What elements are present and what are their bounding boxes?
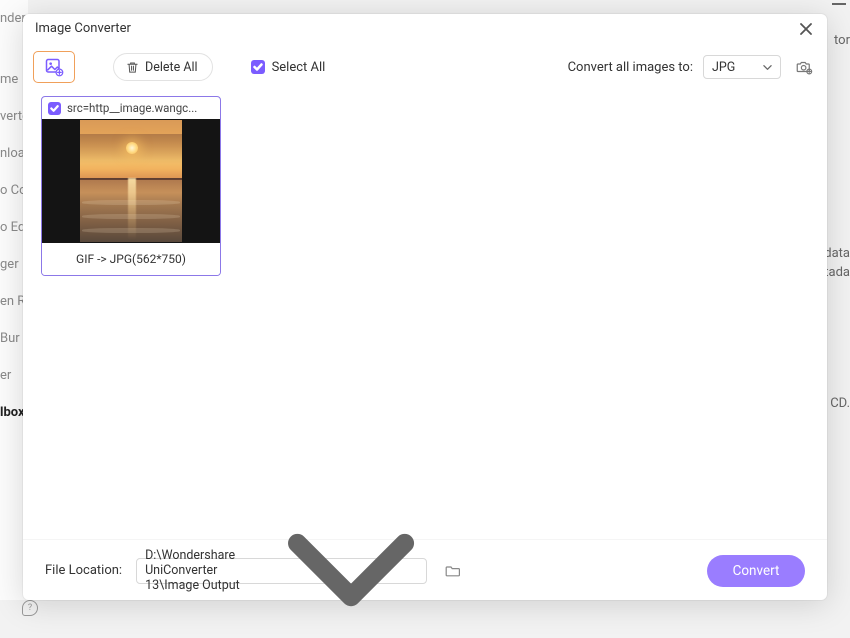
toolbar: Delete All Select All Convert all images… bbox=[23, 44, 827, 90]
thumbnail-area: src=http__image.wangc... GIF -> JPG(562*… bbox=[23, 90, 827, 540]
add-image-icon bbox=[44, 57, 64, 77]
file-location-value: D:\Wondershare UniConverter 13\Image Out… bbox=[145, 548, 274, 593]
format-dropdown[interactable]: JPG bbox=[703, 55, 781, 79]
chevron-down-icon bbox=[763, 63, 772, 72]
sunset-image bbox=[80, 120, 182, 242]
image-thumbnail[interactable]: src=http__image.wangc... GIF -> JPG(562*… bbox=[41, 96, 221, 276]
file-location-label: File Location: bbox=[45, 563, 122, 578]
thumbnail-filename: src=http__image.wangc... bbox=[67, 101, 197, 115]
folder-icon bbox=[445, 563, 461, 579]
footer: File Location: D:\Wondershare UniConvert… bbox=[23, 540, 827, 600]
thumbnail-preview bbox=[42, 119, 220, 243]
settings-button[interactable] bbox=[791, 54, 817, 80]
image-converter-modal: Image Converter Delete All bbox=[23, 14, 827, 600]
browse-folder-button[interactable] bbox=[441, 559, 465, 583]
convert-to-label: Convert all images to: bbox=[568, 60, 693, 75]
modal-title: Image Converter bbox=[35, 21, 797, 36]
minimize-icon[interactable] bbox=[832, 3, 846, 5]
delete-all-button[interactable]: Delete All bbox=[113, 53, 213, 81]
background-right-fragments: tor data etada CD. bbox=[828, 0, 850, 600]
format-value: JPG bbox=[712, 60, 735, 75]
thumbnail-checkbox[interactable] bbox=[48, 102, 61, 115]
thumbnail-caption: GIF -> JPG(562*750) bbox=[42, 243, 220, 275]
delete-all-label: Delete All bbox=[145, 60, 198, 75]
help-bubble-icon[interactable]: ? bbox=[22, 600, 38, 616]
convert-to-group: Convert all images to: JPG bbox=[568, 54, 817, 80]
select-all-checkbox[interactable]: Select All bbox=[251, 60, 326, 75]
checkbox-checked-icon bbox=[251, 60, 265, 74]
select-all-label: Select All bbox=[272, 60, 326, 75]
close-button[interactable] bbox=[797, 20, 815, 38]
trash-icon bbox=[126, 61, 139, 74]
convert-button[interactable]: Convert bbox=[707, 555, 805, 587]
modal-header: Image Converter bbox=[23, 14, 827, 44]
camera-settings-icon bbox=[795, 58, 813, 76]
add-image-button[interactable] bbox=[33, 51, 75, 83]
close-icon bbox=[800, 23, 812, 35]
file-location-dropdown[interactable]: D:\Wondershare UniConverter 13\Image Out… bbox=[136, 558, 427, 584]
chevron-down-icon bbox=[284, 503, 418, 637]
